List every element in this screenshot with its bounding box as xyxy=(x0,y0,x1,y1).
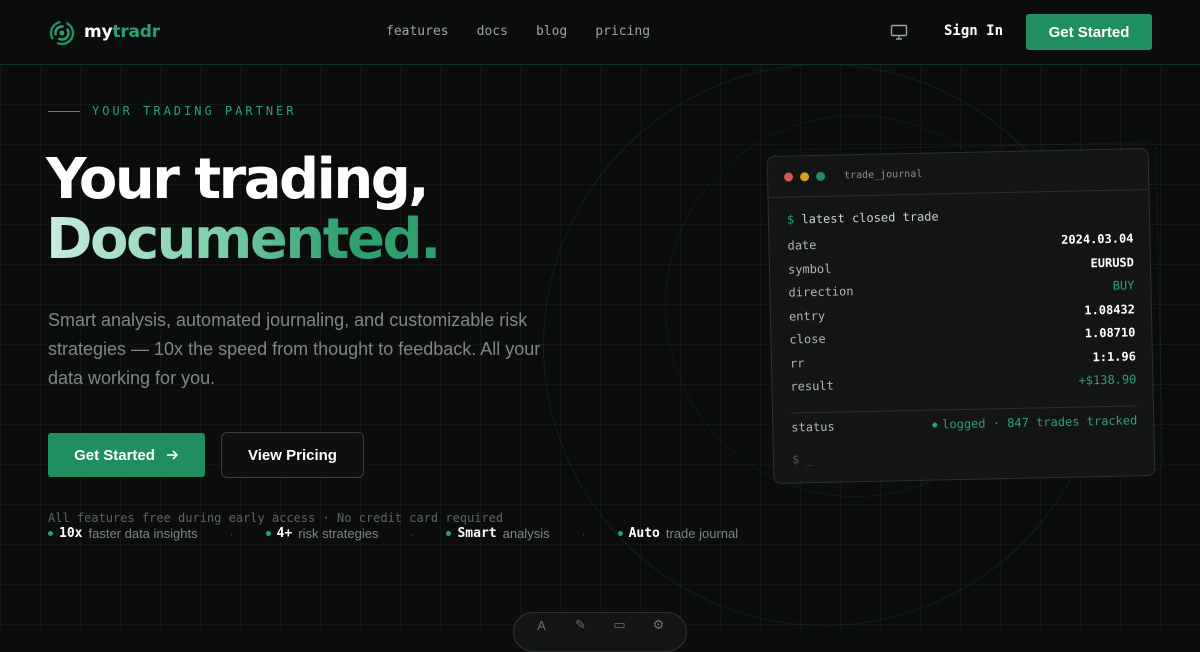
trade-key: date xyxy=(787,237,817,253)
stat-separator: · xyxy=(581,526,586,541)
terminal-card: trade_journal $ latest closed trade date… xyxy=(766,141,1164,484)
trade-value: +$138.90 xyxy=(1078,372,1137,388)
stat-value: 4+ xyxy=(276,526,293,541)
stat-item: 4+ risk strategies xyxy=(265,526,379,541)
stat-label: trade journal xyxy=(665,526,739,541)
trade-key: symbol xyxy=(787,261,832,277)
hero-get-started-button[interactable]: Get Started xyxy=(48,433,205,477)
trade-key: close xyxy=(789,331,826,347)
stat-item: Auto trade journal xyxy=(617,526,739,541)
logo-icon xyxy=(49,20,75,46)
trade-key: result xyxy=(790,378,834,394)
hero-subtitle: Smart analysis, automated journaling, an… xyxy=(48,310,541,388)
early-access-note: All features free during early access · … xyxy=(48,511,504,525)
nav-link-docs[interactable]: docs xyxy=(477,24,508,39)
stat-label: risk strategies xyxy=(298,526,379,541)
brand-logo[interactable]: mytradr xyxy=(48,18,160,46)
eyebrow: YOUR TRADING PARTNER xyxy=(48,104,297,118)
window-maximize-dot xyxy=(815,171,826,181)
trade-value: 1.08710 xyxy=(1084,325,1136,341)
stat-value: Smart xyxy=(457,526,497,541)
status-key: status xyxy=(791,419,835,435)
trade-value: BUY xyxy=(1112,278,1135,293)
trade-key: entry xyxy=(788,308,826,324)
trade-key: rr xyxy=(789,355,805,371)
hero-title-line1: Your trading, xyxy=(46,147,430,212)
terminal-prompt: $ latest closed trade xyxy=(786,209,939,227)
bullet-dot xyxy=(48,531,53,536)
nav-link-features[interactable]: features xyxy=(386,24,449,39)
bullet-dot xyxy=(446,531,452,536)
eyebrow-line xyxy=(48,110,80,112)
brand-name: mytradr xyxy=(84,22,160,42)
view-pricing-button[interactable]: View Pricing xyxy=(221,432,364,478)
hero-title-line2: Documented xyxy=(46,207,423,272)
stat-value: 10x xyxy=(59,526,83,541)
get-started-button[interactable]: Get Started xyxy=(1026,14,1152,50)
hero-get-started-label: Get Started xyxy=(74,446,155,464)
trade-key: direction xyxy=(788,284,854,300)
bottom-dock: A ✎ ▭ ⚙ xyxy=(513,612,687,652)
monitor-icon[interactable] xyxy=(889,22,909,42)
terminal-status: status logged · 847 trades tracked xyxy=(791,413,1137,434)
window-minimize-dot xyxy=(799,171,810,181)
sign-in-link[interactable]: Sign In xyxy=(944,23,1003,39)
trade-value: EURUSD xyxy=(1090,254,1135,270)
status-dot xyxy=(932,422,938,428)
stat-item: 10x faster data insights xyxy=(48,526,198,541)
arrow-right-icon xyxy=(166,450,179,460)
terminal-title: trade_journal xyxy=(843,168,923,181)
nav-link-pricing[interactable]: pricing xyxy=(595,24,650,39)
stat-label: analysis xyxy=(502,526,550,541)
hero-title-dot: . xyxy=(420,207,441,272)
stat-value: Auto xyxy=(628,526,660,541)
stats-row: 10x faster data insights · 4+ risk strateg… xyxy=(48,526,738,541)
hero-title: Your trading, Documented. xyxy=(46,147,441,272)
trade-details: date 2024.03.04 symbol EURUSD direction BUY… xyxy=(787,231,1136,403)
trade-value: 1:1.96 xyxy=(1092,348,1137,364)
terminal-divider xyxy=(791,405,1137,414)
terminal-cursor: $ _ xyxy=(791,452,814,467)
bullet-dot xyxy=(617,531,623,536)
nav-link-blog[interactable]: blog xyxy=(536,24,567,39)
stat-separator: · xyxy=(410,526,415,541)
window-close-dot xyxy=(783,171,794,182)
nav-links: features docs blog pricing xyxy=(386,24,678,39)
stat-label: faster data insights xyxy=(88,526,198,541)
trade-value: 2024.03.04 xyxy=(1061,231,1134,247)
stat-item: Smart analysis xyxy=(446,526,550,541)
top-nav: mytradr features docs blog pricing Sign … xyxy=(0,0,1200,65)
stat-separator: · xyxy=(229,526,234,541)
eyebrow-text: YOUR TRADING PARTNER xyxy=(92,104,297,118)
bullet-dot xyxy=(265,531,271,536)
trade-value: 1.08432 xyxy=(1084,301,1136,317)
terminal-window: trade_journal $ latest closed trade date… xyxy=(766,148,1156,484)
status-value: logged · 847 trades tracked xyxy=(932,413,1137,431)
terminal-header: trade_journal xyxy=(767,149,1149,198)
